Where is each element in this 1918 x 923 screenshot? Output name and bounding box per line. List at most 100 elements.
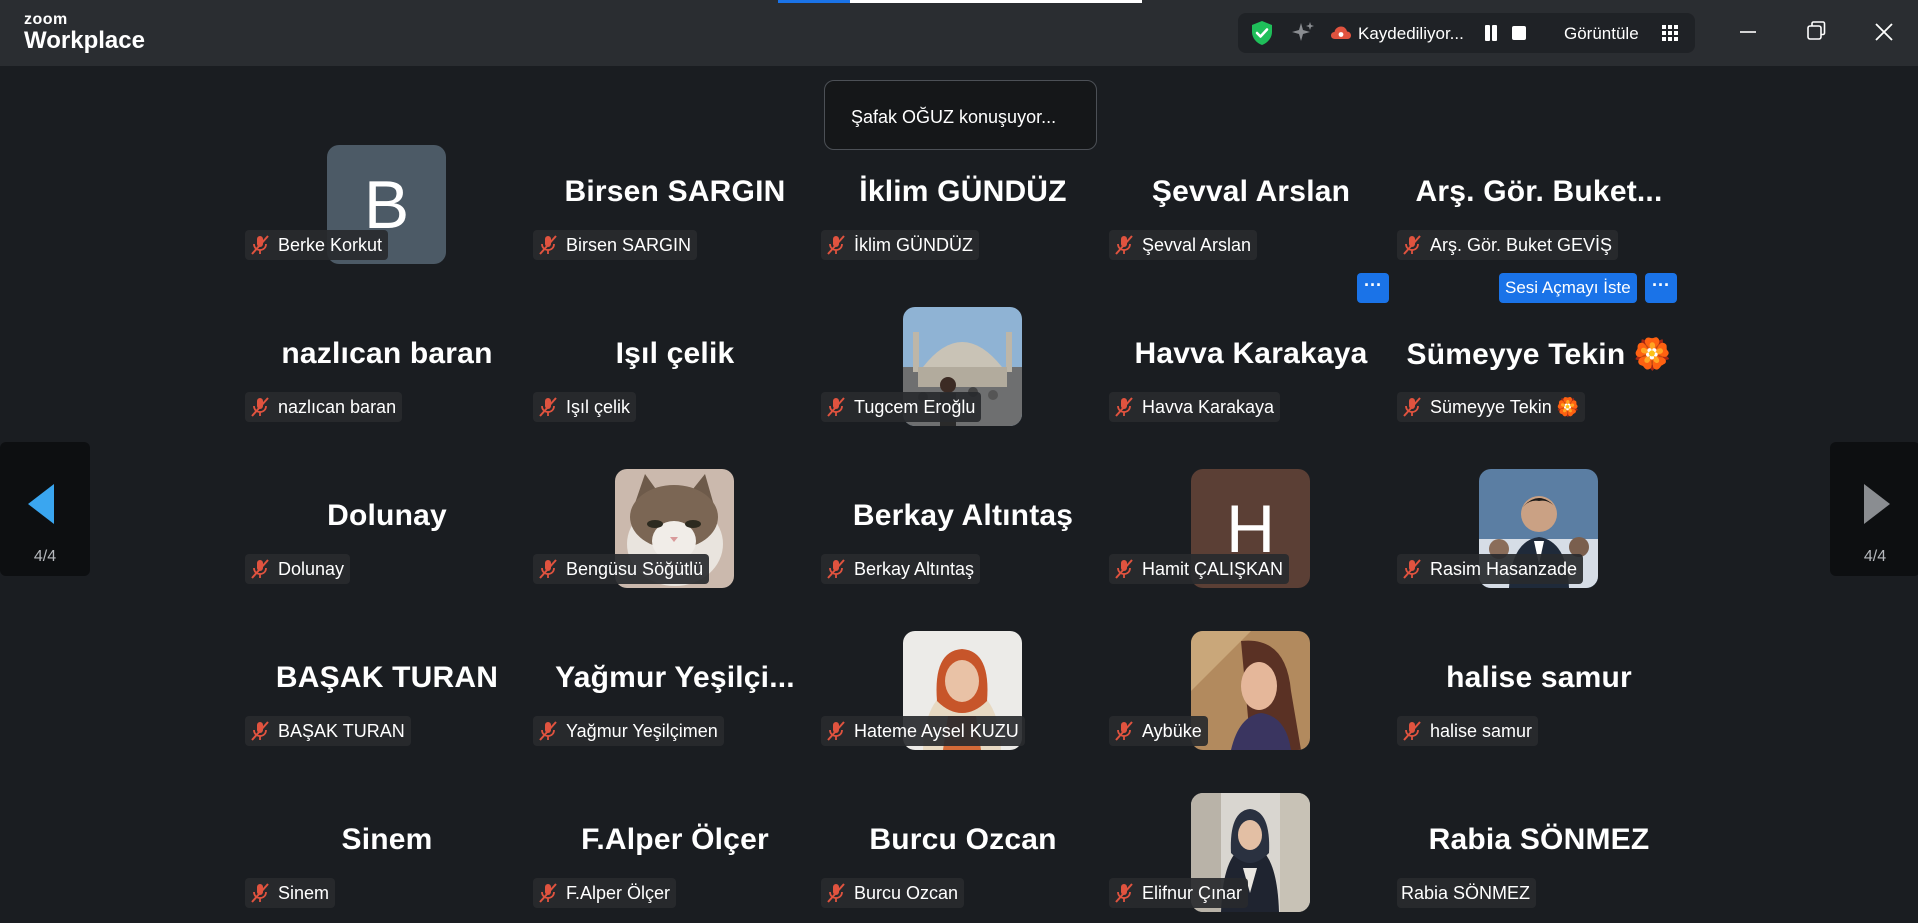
top-indicator (778, 0, 1142, 3)
participant-tile[interactable]: Arş. Gör. Buket... Arş. Gör. Buket GEVİŞ (1395, 121, 1683, 283)
participant-name: İklim GÜNDÜZ (854, 234, 973, 255)
participant-name: Arş. Gör. Buket GEVİŞ (1430, 234, 1613, 255)
muted-mic-icon (827, 397, 845, 417)
minimize-icon[interactable] (1728, 14, 1768, 50)
ask-to-unmute-button[interactable]: Sesi Açmayı İste (1499, 273, 1637, 303)
muted-mic-icon (827, 235, 845, 255)
participant-display-name: Birsen SARGIN (564, 175, 786, 208)
participant-display-name: F.Alper Ölçer (581, 823, 769, 856)
participant-tile[interactable]: Yağmur Yeşilçi... Yağmur Yeşilçimen (531, 607, 819, 769)
participant-tile[interactable]: Rabia SÖNMEZ Rabia SÖNMEZ (1395, 769, 1683, 923)
participant-name-label: BAŞAK TURAN (245, 716, 411, 746)
participant-tile[interactable]: Aybüke (1107, 607, 1395, 769)
muted-mic-icon (1403, 235, 1421, 255)
participant-tile[interactable]: Işıl çelik Işıl çelik (531, 283, 819, 445)
participant-tile[interactable]: Hateme Aysel KUZU (819, 607, 1107, 769)
participant-tile[interactable]: Berkay Altıntaş Berkay Altıntaş (819, 445, 1107, 607)
muted-mic-icon (1403, 397, 1421, 417)
participant-name: Berke Korkut (278, 234, 383, 255)
participant-tile[interactable]: F.Alper Ölçer F.Alper Ölçer (531, 769, 819, 923)
participant-tile[interactable]: halise samur halise samur (1395, 607, 1683, 769)
close-icon[interactable] (1864, 14, 1904, 50)
muted-mic-icon (1115, 235, 1133, 255)
muted-mic-icon (827, 721, 845, 741)
ai-sparkle-icon[interactable] (1290, 21, 1316, 45)
participant-name-label: Burcu Ozcan (821, 878, 965, 908)
participant-name-label: Berkay Altıntaş (821, 554, 981, 584)
participant-tile[interactable]: Sinem Sinem (243, 769, 531, 923)
participant-name: Birsen SARGIN (566, 234, 692, 255)
muted-mic-icon (1115, 397, 1133, 417)
participant-tile[interactable]: Burcu Ozcan Burcu Ozcan (819, 769, 1107, 923)
participant-tile[interactable]: Tugcem Eroğlu (819, 283, 1107, 445)
participant-tile[interactable]: nazlıcan baran nazlıcan baran (243, 283, 531, 445)
page-indicator-left: 4/4 (33, 548, 57, 565)
participant-display-name: Şevval Arslan (1151, 175, 1351, 208)
participant-tile[interactable]: İklim GÜNDÜZ İklim GÜNDÜZ (819, 121, 1107, 283)
participant-display-name: Sinem (341, 823, 433, 856)
muted-mic-icon (827, 883, 845, 903)
participant-name-label: Yağmur Yeşilçimen (533, 716, 724, 746)
participant-name: nazlıcan baran (278, 396, 397, 417)
participant-name-label: halise samur (1397, 716, 1539, 746)
participant-display-name: Sümeyye Tekin 🏵️ (1406, 338, 1672, 371)
participant-more-button-2[interactable]: ··· (1645, 273, 1677, 303)
participant-name-label: Işıl çelik (533, 392, 637, 422)
view-button[interactable]: Görüntüle (1564, 13, 1688, 53)
muted-mic-icon (251, 721, 269, 741)
participant-name-label: F.Alper Ölçer (533, 878, 677, 908)
participant-tile[interactable]: H Hamit ÇALIŞKAN (1107, 445, 1395, 607)
participant-display-name: Işıl çelik (615, 337, 735, 370)
participant-tile[interactable]: Sümeyye Tekin 🏵️ Sümeyye Tekin 🏵️ (1395, 283, 1683, 445)
muted-mic-icon (1115, 883, 1133, 903)
participant-tile[interactable]: Bengüsu Söğütlü (531, 445, 819, 607)
participant-name-label: Tugcem Eroğlu (821, 392, 982, 422)
muted-mic-icon (251, 559, 269, 579)
participant-name-label: Aybüke (1109, 716, 1208, 746)
participant-name: Dolunay (278, 558, 345, 579)
participant-avatar (1191, 631, 1310, 750)
participant-name-label: Sümeyye Tekin 🏵️ (1397, 392, 1586, 422)
participant-tile[interactable]: Birsen SARGIN Birsen SARGIN (531, 121, 819, 283)
participant-name: Havva Karakaya (1142, 396, 1275, 417)
participant-tile[interactable]: Elifnur Çınar (1107, 769, 1395, 923)
participant-tile[interactable]: BAŞAK TURAN BAŞAK TURAN (243, 607, 531, 769)
previous-page-button[interactable]: 4/4 (0, 442, 90, 576)
muted-mic-icon (827, 559, 845, 579)
title-bar: zoom Workplace Kaydediliyor... Görüntüle (0, 0, 1918, 66)
muted-mic-icon (539, 883, 557, 903)
next-arrow-icon (1864, 484, 1890, 524)
participant-display-name: İklim GÜNDÜZ (859, 175, 1067, 208)
participant-tile[interactable]: Şevval Arslan Şevval Arslan (1107, 121, 1395, 283)
stop-recording-button[interactable] (1510, 24, 1528, 42)
participant-tile[interactable]: Dolunay Dolunay (243, 445, 531, 607)
meeting-controls-pill: Kaydediliyor... Görüntüle (1238, 13, 1695, 53)
muted-mic-icon (251, 883, 269, 903)
participant-name: Rabia SÖNMEZ (1401, 882, 1531, 903)
muted-mic-icon (539, 397, 557, 417)
participant-name: Sümeyye Tekin 🏵️ (1430, 396, 1580, 417)
participant-tile[interactable]: B Berke Korkut (243, 121, 531, 283)
participant-name: Hateme Aysel KUZU (854, 720, 1019, 741)
participant-name-label: Hamit ÇALIŞKAN (1109, 554, 1290, 584)
participant-display-name: Yağmur Yeşilçi... (555, 661, 795, 694)
view-label: Görüntüle (1564, 24, 1639, 43)
participant-tile[interactable]: Rasim Hasanzade (1395, 445, 1683, 607)
participant-tile[interactable]: Havva Karakaya Havva Karakaya (1107, 283, 1395, 445)
participant-name: Tugcem Eroğlu (854, 396, 976, 417)
next-page-button[interactable]: 4/4 (1830, 442, 1918, 576)
participant-name: Sinem (278, 882, 330, 903)
zoom-meeting-window: zoom Workplace Kaydediliyor... Görüntüle (0, 0, 1918, 923)
muted-mic-icon (1115, 559, 1133, 579)
participant-name: Hamit ÇALIŞKAN (1142, 558, 1284, 579)
participant-name-label: Arş. Gör. Buket GEVİŞ (1397, 230, 1619, 260)
restore-window-icon[interactable] (1796, 14, 1836, 50)
participant-more-button[interactable]: ··· (1357, 273, 1389, 303)
participant-name-label: nazlıcan baran (245, 392, 403, 422)
participant-name: Şevval Arslan (1142, 234, 1252, 255)
security-shield-icon[interactable] (1248, 19, 1276, 47)
participant-photo (1191, 631, 1310, 750)
participant-display-name: Dolunay (327, 499, 447, 532)
participant-name-label: Rasim Hasanzade (1397, 554, 1584, 584)
pause-recording-button[interactable] (1482, 24, 1500, 42)
